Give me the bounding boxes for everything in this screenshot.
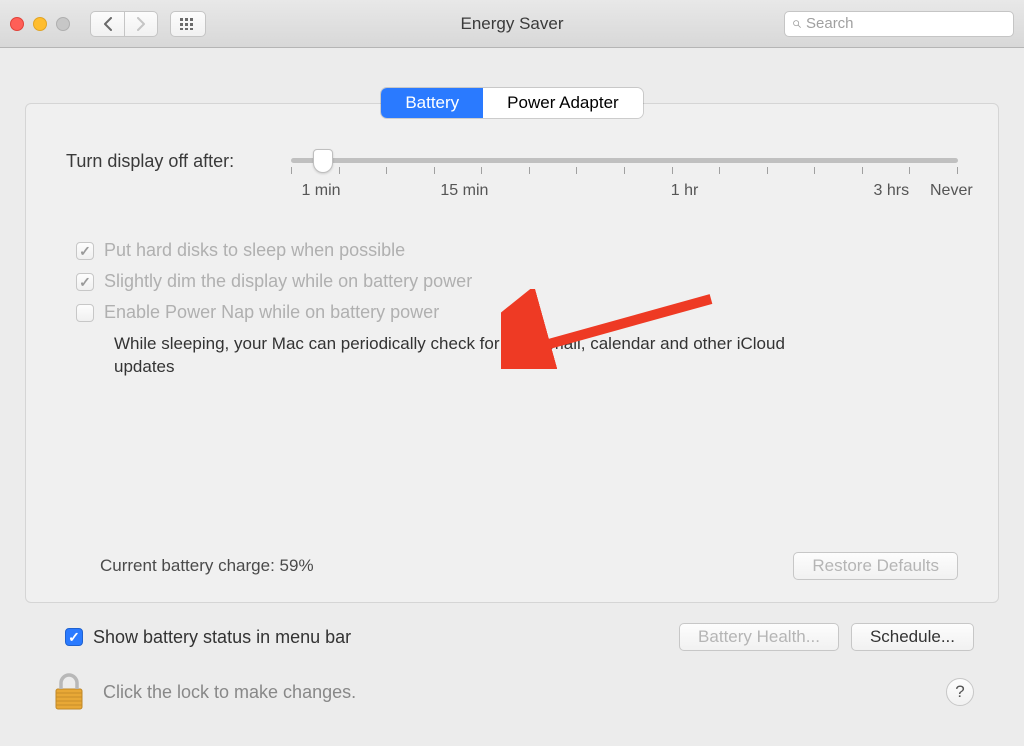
tick-1hr: 1 hr xyxy=(671,182,699,200)
label-menubar-status: Show battery status in menu bar xyxy=(93,627,351,648)
restore-defaults-button[interactable]: Restore Defaults xyxy=(793,552,958,580)
tick-3hrs: 3 hrs xyxy=(874,182,910,200)
checkbox-dim-display[interactable] xyxy=(76,273,94,291)
help-button[interactable]: ? xyxy=(946,678,974,706)
close-button[interactable] xyxy=(10,17,24,31)
search-field[interactable] xyxy=(784,11,1014,37)
main-content: Battery Power Adapter Turn display off a… xyxy=(0,48,1024,711)
label-hard-disks: Put hard disks to sleep when possible xyxy=(104,240,405,261)
battery-health-button[interactable]: Battery Health... xyxy=(679,623,839,651)
chevron-left-icon xyxy=(103,17,113,31)
checkbox-menubar-status[interactable] xyxy=(65,628,83,646)
label-power-nap: Enable Power Nap while on battery power xyxy=(104,302,439,323)
lock-row: Click the lock to make changes. ? xyxy=(53,673,974,711)
options-list: Put hard disks to sleep when possible Sl… xyxy=(76,240,958,379)
tick-1min: 1 min xyxy=(301,182,340,200)
checkbox-hard-disks[interactable] xyxy=(76,242,94,260)
search-input[interactable] xyxy=(806,15,1005,32)
right-buttons: Battery Health... Schedule... xyxy=(679,623,974,651)
schedule-button[interactable]: Schedule... xyxy=(851,623,974,651)
slider-thumb[interactable] xyxy=(313,149,333,173)
option-power-nap: Enable Power Nap while on battery power xyxy=(76,302,958,323)
chevron-right-icon xyxy=(136,17,146,31)
search-icon xyxy=(793,17,801,31)
tick-never: Never xyxy=(930,182,973,200)
show-all-button[interactable] xyxy=(170,11,206,37)
power-nap-description: While sleeping, your Mac can periodicall… xyxy=(114,333,814,379)
option-hard-disks: Put hard disks to sleep when possible xyxy=(76,240,958,261)
display-off-slider-row: Turn display off after: 1 min 15 min 1 h… xyxy=(66,149,958,204)
slider-ticks xyxy=(291,167,958,174)
lock-text: Click the lock to make changes. xyxy=(103,682,356,703)
below-panel-row: Show battery status in menu bar Battery … xyxy=(65,623,974,651)
tab-power-adapter[interactable]: Power Adapter xyxy=(483,88,643,118)
back-button[interactable] xyxy=(90,11,124,37)
tick-15min: 15 min xyxy=(440,182,488,200)
display-off-label: Turn display off after: xyxy=(66,149,291,172)
traffic-lights xyxy=(10,17,70,31)
lock-icon[interactable] xyxy=(53,673,85,711)
panel-footer: Current battery charge: 59% Restore Defa… xyxy=(66,552,958,580)
grid-icon xyxy=(180,18,196,30)
checkbox-power-nap[interactable] xyxy=(76,304,94,322)
minimize-button[interactable] xyxy=(33,17,47,31)
nav-buttons xyxy=(90,11,158,37)
display-off-slider[interactable]: 1 min 15 min 1 hr 3 hrs Never xyxy=(291,149,958,204)
slider-track[interactable] xyxy=(291,158,958,163)
maximize-button xyxy=(56,17,70,31)
option-dim-display: Slightly dim the display while on batter… xyxy=(76,271,958,292)
settings-panel: Turn display off after: 1 min 15 min 1 h… xyxy=(25,103,999,603)
tab-segment: Battery Power Adapter xyxy=(25,88,999,118)
forward-button[interactable] xyxy=(124,11,158,37)
tab-battery[interactable]: Battery xyxy=(381,88,483,118)
slider-tick-labels: 1 min 15 min 1 hr 3 hrs Never xyxy=(291,182,958,204)
titlebar: Energy Saver xyxy=(0,0,1024,48)
battery-charge-text: Current battery charge: 59% xyxy=(100,556,314,576)
label-dim-display: Slightly dim the display while on batter… xyxy=(104,271,472,292)
